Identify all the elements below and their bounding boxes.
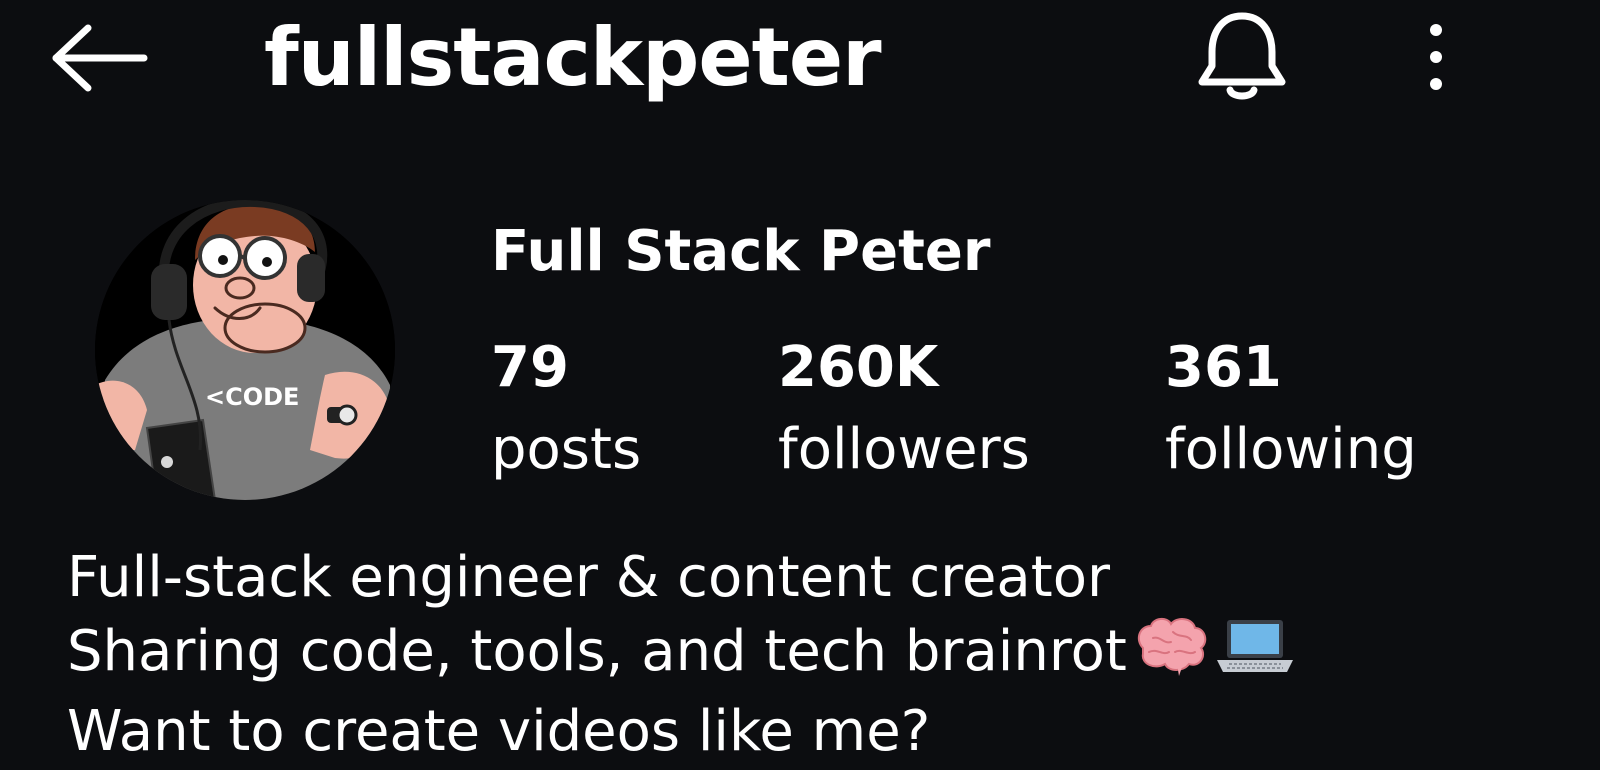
more-vertical-icon bbox=[1430, 24, 1442, 90]
avatar-shirt-text: <CODE bbox=[205, 383, 299, 411]
bio-line-2: Sharing code, tools, and tech brainrot bbox=[67, 614, 1295, 696]
following-count: 361 bbox=[1165, 335, 1282, 400]
laptop-emoji-icon bbox=[1215, 616, 1295, 694]
followers-stat[interactable]: 260K followers bbox=[778, 332, 1030, 486]
arrow-left-icon bbox=[52, 24, 148, 92]
followers-label: followers bbox=[778, 417, 1030, 482]
back-button[interactable] bbox=[50, 22, 150, 94]
notifications-button[interactable] bbox=[1196, 8, 1288, 104]
profile-username: fullstackpeter bbox=[264, 11, 882, 104]
following-label: following bbox=[1165, 417, 1417, 482]
posts-label: posts bbox=[491, 417, 642, 482]
brain-emoji-icon bbox=[1133, 614, 1209, 696]
bell-icon bbox=[1198, 12, 1286, 100]
posts-stat[interactable]: 79 posts bbox=[491, 332, 641, 486]
top-navigation-bar: fullstackpeter bbox=[0, 0, 1600, 120]
more-options-button[interactable] bbox=[1420, 18, 1452, 96]
avatar-illustration: <CODE bbox=[95, 200, 395, 500]
bio-line-3: Want to create videos like me? bbox=[67, 699, 931, 764]
followers-count: 260K bbox=[778, 335, 939, 400]
profile-bio: Full-stack engineer & content creator Sh… bbox=[67, 542, 1295, 768]
posts-count: 79 bbox=[491, 335, 569, 400]
profile-display-name: Full Stack Peter bbox=[491, 219, 991, 284]
profile-avatar[interactable]: <CODE bbox=[95, 200, 395, 500]
following-stat[interactable]: 361 following bbox=[1165, 332, 1417, 486]
bio-line-2-text: Sharing code, tools, and tech brainrot bbox=[67, 619, 1127, 685]
bio-line-1: Full-stack engineer & content creator bbox=[67, 545, 1110, 610]
